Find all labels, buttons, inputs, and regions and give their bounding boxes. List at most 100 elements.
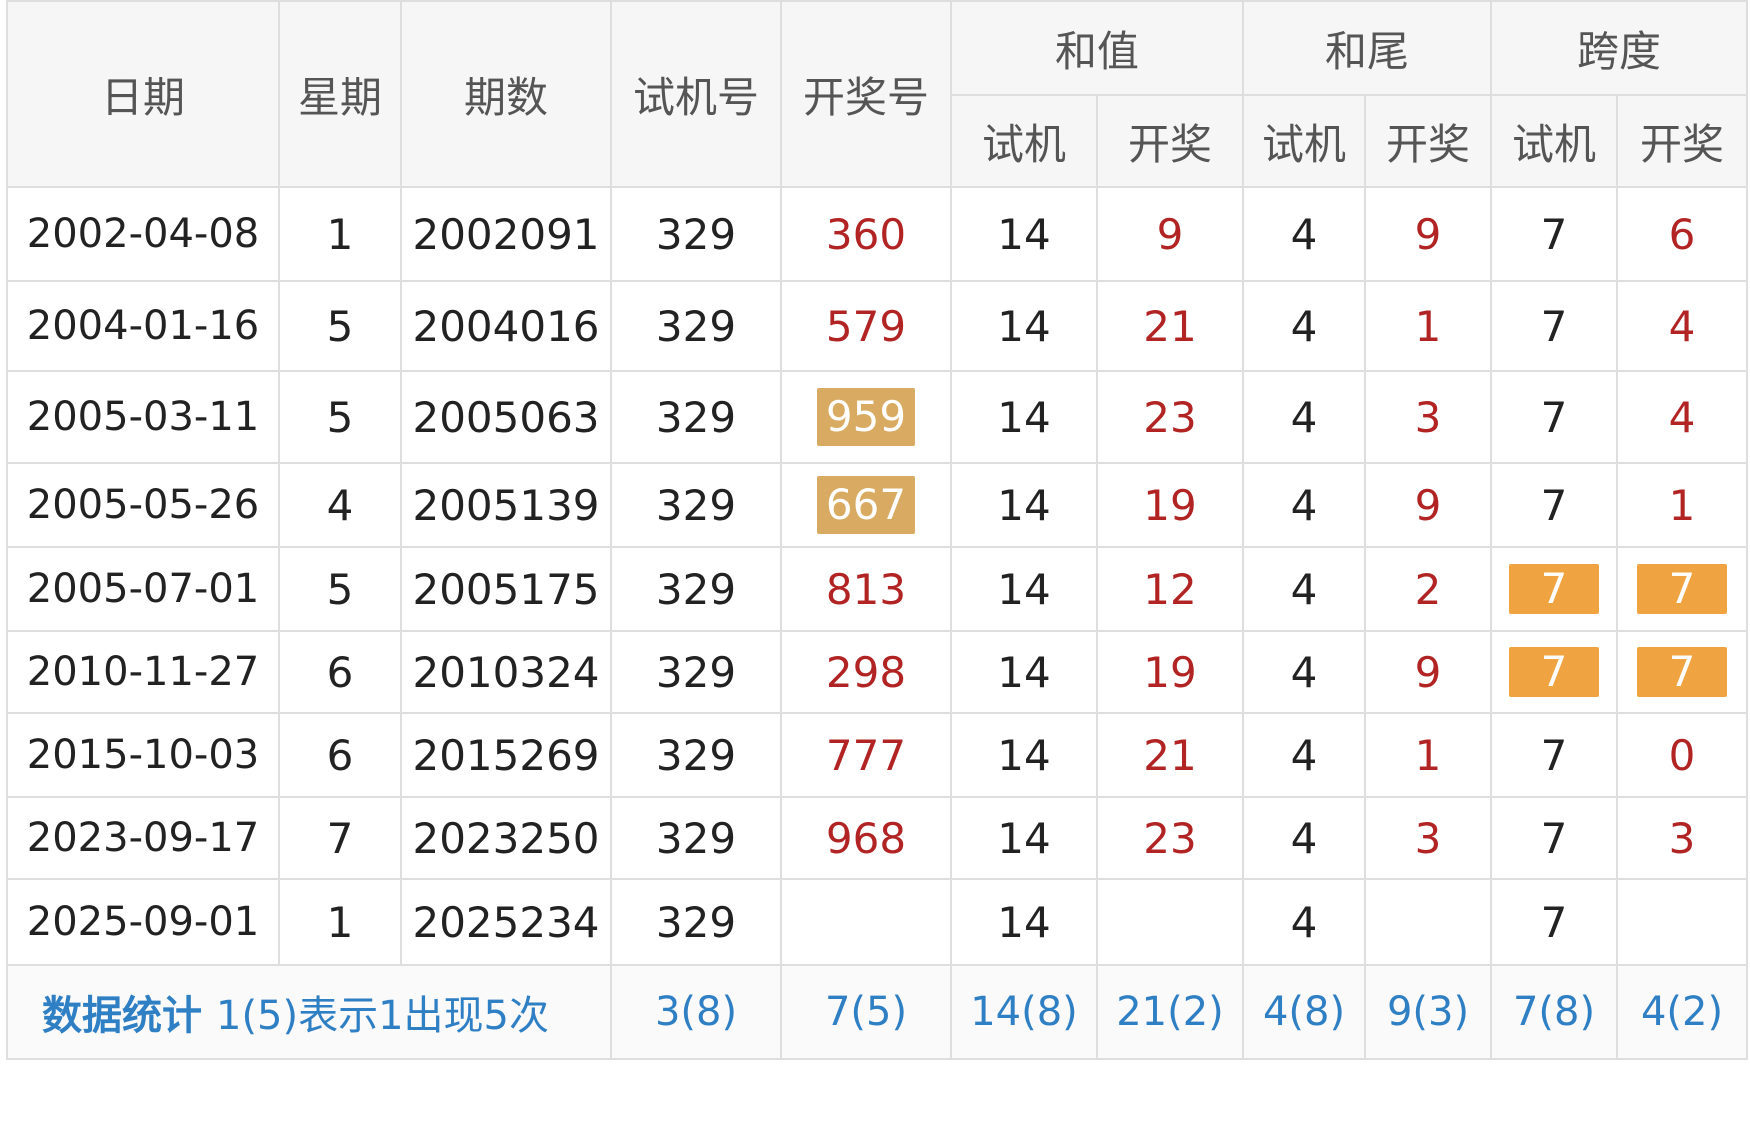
cell-span-test: 7 (1490, 186, 1619, 282)
cell-sum-test: 14 (950, 370, 1098, 464)
cell-sum-test: 14 (950, 878, 1098, 966)
cell-date: 2005-07-01 (6, 546, 280, 632)
table-row: 2005-05-26 4 2005139 329 667 14 19 4 9 7 1 (6, 462, 1749, 548)
cell-sum-test: 14 (950, 462, 1098, 548)
header-tail-group: 和尾 (1242, 0, 1493, 96)
cell-test-number: 329 (610, 280, 782, 372)
cell-weekday: 5 (278, 546, 402, 632)
cell-draw-number: 579 (780, 280, 952, 372)
cell-tail-draw: 9 (1364, 186, 1493, 282)
cell-weekday: 6 (278, 630, 402, 714)
table-row: 2015-10-03 6 2015269 329 777 14 21 4 1 7 0 (6, 712, 1749, 798)
cell-span-draw (1616, 878, 1749, 966)
table-header: 日期 星期 期数 试机号 开奖号 和值 和尾 跨度 试机 开奖 试机 开奖 试机… (6, 0, 1749, 188)
table-body: 2002-04-08 1 2002091 329 360 14 9 4 9 7 6 2004-01-1… (6, 186, 1749, 966)
cell-issue: 2005175 (400, 546, 612, 632)
table-row: 2010-11-27 6 2010324 329 298 14 19 4 9 7 7 (6, 630, 1749, 714)
cell-span-draw: 4 (1616, 280, 1749, 372)
header-tail-draw: 开奖 (1364, 94, 1493, 188)
cell-sum-draw: 19 (1095, 462, 1245, 548)
cell-weekday: 1 (278, 878, 402, 966)
highlight-badge: 667 (817, 476, 915, 534)
cell-sum-draw: 23 (1095, 370, 1245, 464)
cell-weekday: 6 (278, 712, 402, 798)
cell-tail-test: 4 (1242, 546, 1367, 632)
header-sum-group: 和值 (949, 0, 1245, 96)
cell-test-number: 329 (610, 712, 782, 798)
cell-sum-draw: 12 (1095, 546, 1245, 632)
cell-draw-number (780, 878, 952, 966)
cell-draw-number: 667 (780, 462, 952, 548)
cell-test-number: 329 (610, 186, 782, 282)
cell-draw-number: 777 (780, 712, 952, 798)
cell-draw-number: 959 (780, 370, 952, 464)
stats-note: 1(5)表示1出现5次 (216, 993, 550, 1039)
table-footer-stats: 数据统计 1(5)表示1出现5次 3(8) 7(5) 14(8) 21(2) 4(… (6, 964, 1749, 1060)
cell-date: 2005-03-11 (6, 370, 280, 464)
cell-tail-draw: 9 (1364, 462, 1493, 548)
table-row: 2004-01-16 5 2004016 329 579 14 21 4 1 7 4 (6, 280, 1749, 372)
table-row: 2002-04-08 1 2002091 329 360 14 9 4 9 7 6 (6, 186, 1749, 282)
header-span-draw: 开奖 (1616, 94, 1749, 188)
cell-issue: 2025234 (400, 878, 612, 966)
cell-tail-test: 4 (1242, 796, 1367, 880)
cell-tail-draw: 2 (1364, 546, 1493, 632)
cell-tail-draw: 1 (1364, 280, 1493, 372)
cell-sum-draw: 21 (1095, 712, 1245, 798)
cell-weekday: 1 (278, 186, 402, 282)
cell-tail-test: 4 (1242, 630, 1367, 714)
highlight-badge: 959 (817, 388, 915, 446)
cell-span-test: 7 (1490, 462, 1619, 548)
cell-date: 2010-11-27 (6, 630, 280, 714)
cell-sum-test: 14 (950, 796, 1098, 880)
cell-issue: 2005063 (400, 370, 612, 464)
cell-draw-number: 813 (780, 546, 952, 632)
stat-tail-test: 4(8) (1242, 964, 1367, 1060)
cell-weekday: 7 (278, 796, 402, 880)
cell-span-draw: 6 (1616, 186, 1749, 282)
stat-draw-number: 7(5) (780, 964, 952, 1060)
cell-draw-number: 968 (780, 796, 952, 880)
cell-date: 2015-10-03 (6, 712, 280, 798)
cell-sum-test: 14 (950, 630, 1098, 714)
cell-tail-draw: 9 (1364, 630, 1493, 714)
cell-draw-number: 360 (780, 186, 952, 282)
cell-issue: 2010324 (400, 630, 612, 714)
stats-title: 数据统计 (42, 993, 202, 1039)
cell-span-test: 7 (1490, 280, 1619, 372)
cell-tail-draw: 3 (1364, 370, 1493, 464)
cell-sum-test: 14 (950, 186, 1098, 282)
table-row: 2005-03-11 5 2005063 329 959 14 23 4 3 7 4 (6, 370, 1749, 464)
table-row: 2005-07-01 5 2005175 329 813 14 12 4 2 7 7 (6, 546, 1749, 632)
cell-date: 2002-04-08 (6, 186, 280, 282)
cell-span-draw: 1 (1616, 462, 1749, 548)
cell-weekday: 5 (278, 280, 402, 372)
stat-sum-draw: 21(2) (1095, 964, 1245, 1060)
header-tail-test: 试机 (1242, 94, 1367, 188)
header-span-group: 跨度 (1490, 0, 1749, 96)
cell-span-draw: 3 (1616, 796, 1749, 880)
highlight-badge: 7 (1637, 564, 1728, 614)
header-draw-number: 开奖号 (780, 0, 952, 188)
stat-span-draw: 4(2) (1616, 964, 1749, 1060)
cell-tail-draw: 1 (1364, 712, 1493, 798)
cell-date: 2025-09-01 (6, 878, 280, 966)
cell-sum-draw: 19 (1095, 630, 1245, 714)
cell-test-number: 329 (610, 878, 782, 966)
cell-span-test: 7 (1490, 370, 1619, 464)
header-date: 日期 (6, 0, 280, 188)
cell-span-test: 7 (1490, 712, 1619, 798)
cell-span-draw: 7 (1616, 546, 1749, 632)
header-span-test: 试机 (1490, 94, 1619, 188)
cell-sum-draw: 21 (1095, 280, 1245, 372)
header-issue: 期数 (400, 0, 612, 188)
cell-span-test: 7 (1490, 878, 1619, 966)
cell-span-test: 7 (1490, 796, 1619, 880)
stat-tail-draw: 9(3) (1364, 964, 1493, 1060)
table-row: 2025-09-01 1 2025234 329 14 4 7 (6, 878, 1749, 966)
cell-tail-test: 4 (1242, 370, 1367, 464)
highlight-badge: 7 (1509, 647, 1600, 697)
stat-sum-test: 14(8) (950, 964, 1098, 1060)
cell-sum-draw: 23 (1095, 796, 1245, 880)
stat-span-test: 7(8) (1490, 964, 1619, 1060)
